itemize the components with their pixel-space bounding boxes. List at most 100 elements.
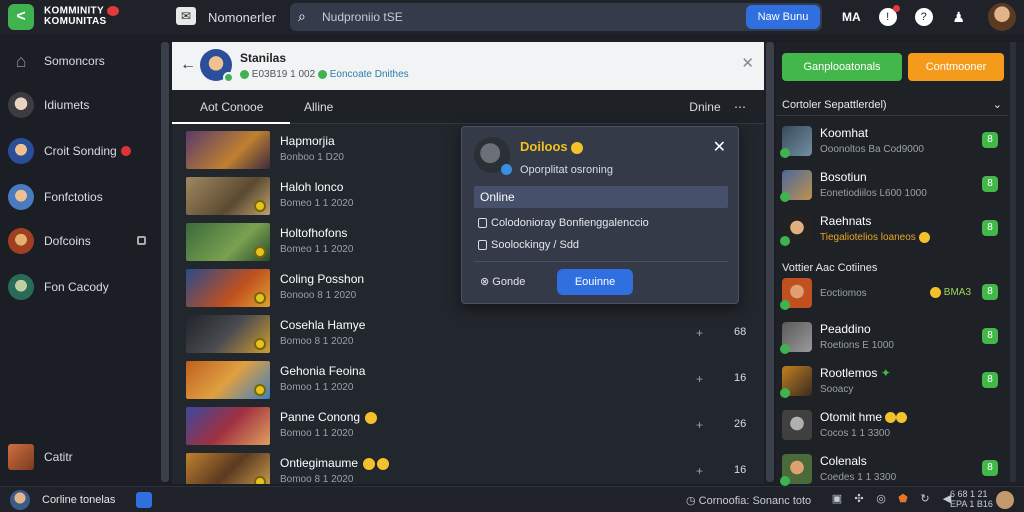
item-title: Bosotiun — [820, 170, 867, 184]
sync-icon[interactable]: ↻ — [918, 491, 932, 507]
sidebar-item-coins[interactable]: Dofcoins — [8, 226, 158, 256]
menu-label[interactable]: MA — [842, 10, 861, 24]
add-icon[interactable]: + — [696, 464, 703, 478]
list-item[interactable]: Raehnats Tiegaliotelios loaneos 8 — [776, 210, 1008, 250]
item-title: Ontiegimaume — [280, 456, 390, 470]
add-icon[interactable]: + — [696, 372, 703, 386]
search-button[interactable]: Naw Bunu — [746, 5, 820, 29]
list-item[interactable]: Koomhat Ooonoltos Ba Cod9000 8 — [776, 122, 1008, 162]
notification-dot-icon — [120, 146, 131, 156]
check-icon[interactable]: 8 — [982, 220, 998, 236]
item-title: Coling Posshon — [280, 272, 365, 286]
avatar — [782, 410, 812, 440]
item-date: Bomeo 1 1 2020 — [280, 198, 354, 209]
sidebar-item-label: Fonfctotios — [44, 190, 103, 204]
sidebar-item-members[interactable]: Idiumets — [8, 90, 158, 120]
online-option[interactable]: Online — [474, 186, 728, 208]
notifications-label[interactable]: Nomonerler — [208, 10, 276, 25]
list-item[interactable]: Colenals Coedes 1 1 3300 8 — [776, 450, 1008, 490]
list-item[interactable]: Panne Conong Bomoo 1 1 2020 + 26 — [172, 404, 752, 450]
item-date: Ooonoltos Ba Cod9000 — [820, 144, 924, 155]
coin-icon — [254, 246, 266, 258]
tab-all-content[interactable]: Aot Conooe — [172, 90, 290, 124]
cancel-button[interactable]: ⊗ Gonde — [480, 275, 525, 288]
avatar — [8, 138, 34, 164]
check-icon[interactable]: 8 — [982, 372, 998, 388]
avatar — [780, 454, 812, 486]
popup-option[interactable]: Colodonioray Bonfienggalenccio — [478, 217, 649, 229]
item-date: Bonooo 8 1 2020 — [280, 290, 357, 301]
avatar — [8, 274, 34, 300]
coin-icon — [254, 200, 266, 212]
logo-icon[interactable]: < — [8, 4, 34, 30]
network-icon[interactable]: ◎ — [874, 491, 888, 507]
thumbnail — [186, 269, 270, 307]
list-item[interactable]: Rootlemos ✦ Sooacy 8 — [776, 362, 1008, 402]
list-item[interactable]: Gehonia Feoina Bomoo 1 1 2020 + 16 — [172, 358, 752, 404]
sidebar-scrollbar[interactable] — [161, 42, 169, 482]
add-icon[interactable]: + — [696, 326, 703, 340]
tab-online[interactable]: Alline — [304, 90, 333, 124]
sidebar-item-credit[interactable]: Croit Sonding — [8, 136, 158, 166]
chat-avatar[interactable] — [200, 49, 234, 83]
list-item[interactable]: Cosehla Hamye Bomoo 8 1 2020 + 68 — [172, 312, 752, 358]
item-count: BMA3 — [930, 287, 971, 298]
alert-dot-icon — [892, 5, 900, 12]
confirm-button[interactable]: Eouinne — [557, 269, 633, 295]
check-icon[interactable]: 8 — [982, 176, 998, 192]
popup-option[interactable]: Soolockingy / Sdd — [478, 239, 579, 251]
tab-more[interactable]: Dnine ⋯ — [689, 90, 746, 124]
list-item[interactable]: Peaddino Roetions E 1000 8 — [776, 318, 1008, 358]
right-scrollbar[interactable] — [1010, 42, 1016, 482]
bottom-label: Corline tonelas — [42, 494, 116, 506]
right-panel: Ganplooatonals Contmooner Cortoler Sepat… — [776, 42, 1024, 486]
online-dot-icon — [780, 388, 790, 398]
item-date: Cocos 1 1 3300 — [820, 428, 891, 439]
shield-icon[interactable]: ⬟ — [896, 491, 910, 507]
list-item[interactable]: Ontiegimaume Bomoo 8 1 2020 + 16 — [172, 450, 752, 484]
check-icon[interactable]: 8 — [982, 328, 998, 344]
list-item[interactable]: Eoctiomos BMA3 8 — [776, 274, 1008, 314]
add-icon[interactable]: + — [696, 418, 703, 432]
alert-icon[interactable]: ! — [878, 5, 900, 26]
sidebar-item-home[interactable]: ⌂ Somoncors — [8, 46, 158, 76]
green-action-button[interactable]: Ganplooatonals — [782, 53, 902, 81]
close-icon[interactable]: ✕ — [713, 137, 726, 157]
chat-scrollbar[interactable] — [766, 42, 774, 482]
sidebar-item-catitr[interactable]: Catitr — [8, 442, 158, 472]
chat-title: Stanilas — [240, 51, 287, 65]
tray-avatar[interactable] — [996, 491, 1014, 509]
settings-icon[interactable]: ✣ — [852, 491, 866, 507]
app-icon[interactable] — [136, 492, 152, 508]
popup-status: Oporplitat osroning — [520, 164, 613, 176]
filter-dropdown[interactable]: Cortoler Sepattlerdel) ⌄ — [776, 94, 1008, 116]
close-icon[interactable]: ✕ — [741, 54, 754, 72]
chat-bubble-icon[interactable]: ? — [914, 8, 933, 26]
check-icon[interactable]: 8 — [982, 284, 998, 300]
sidebar-item-functions[interactable]: Fonfctotios — [8, 182, 158, 212]
list-item[interactable]: Otomit hme Cocos 1 1 3300 — [776, 406, 1008, 446]
sparkle-icon: ✦ — [880, 366, 891, 380]
checkbox-icon — [478, 218, 487, 229]
notifications-icon[interactable]: ✉ — [176, 7, 196, 25]
chat-subtitle-link[interactable]: Eoncoate Dnithes — [330, 69, 409, 80]
list-item[interactable]: Bosotiun Eonetiodiilos L600 1000 8 — [776, 166, 1008, 206]
search-bar[interactable]: ⌕ Nudproniio tSE Naw Bunu — [290, 3, 822, 31]
check-icon[interactable]: 8 — [982, 460, 998, 476]
search-input[interactable]: Nudproniio tSE — [322, 10, 403, 24]
check-icon[interactable]: 8 — [982, 132, 998, 148]
thumbnail — [186, 177, 270, 215]
avatar[interactable] — [10, 490, 30, 510]
online-dot-icon — [780, 236, 790, 246]
item-date: Eonetiodiilos L600 1000 — [820, 188, 927, 199]
home-icon: ⌂ — [15, 51, 27, 71]
back-arrow-icon[interactable]: ← — [180, 56, 196, 74]
orange-action-button[interactable]: Contmooner — [908, 53, 1004, 81]
profile-avatar[interactable] — [988, 3, 1016, 31]
sidebar-item-label: Dofcoins — [44, 234, 91, 248]
sidebar-item-comedy[interactable]: Fon Cacody — [8, 272, 158, 302]
image-icon[interactable]: ▣ — [830, 491, 844, 507]
user-icon[interactable]: ♟ — [951, 8, 967, 26]
emoji-icon — [571, 141, 584, 154]
logo-badge-icon — [106, 6, 119, 16]
